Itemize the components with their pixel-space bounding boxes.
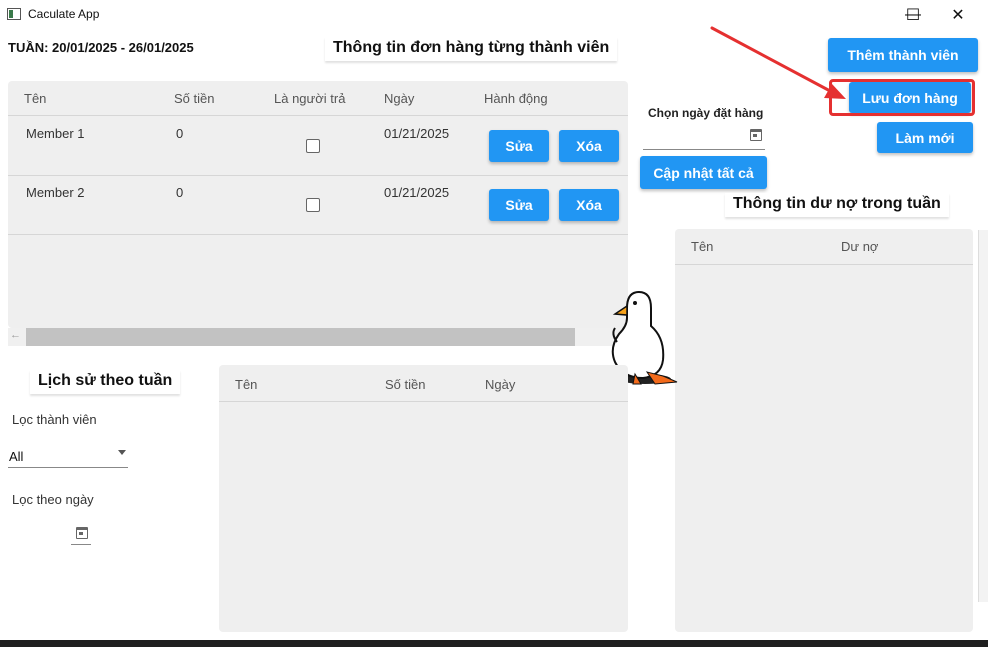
- row2-name: Member 2: [26, 185, 85, 200]
- col-header-actions: Hành động: [484, 91, 548, 106]
- header-divider: [8, 115, 628, 116]
- close-button[interactable]: ✕: [935, 0, 981, 30]
- history-col-name: Tên: [235, 377, 258, 392]
- history-col-date: Ngày: [485, 377, 516, 392]
- scrollbar-thumb[interactable]: [26, 328, 575, 346]
- app-icon: [7, 8, 21, 20]
- row1-payer-checkbox[interactable]: [306, 139, 320, 153]
- orders-title: Thông tin đơn hàng từng thành viên: [325, 37, 618, 61]
- row2-amount: 0: [176, 185, 184, 200]
- row2-payer-checkbox[interactable]: [306, 198, 320, 212]
- maximize-button[interactable]: ☐: [890, 0, 936, 30]
- col-header-amount: Số tiền: [174, 91, 215, 106]
- calendar-icon[interactable]: [76, 527, 88, 539]
- col-header-date: Ngày: [384, 91, 415, 106]
- debt-col-name: Tên: [691, 239, 714, 254]
- col-header-payer: Là người trả: [274, 91, 346, 106]
- calendar-icon[interactable]: [750, 129, 762, 141]
- order-date-input[interactable]: [643, 122, 765, 150]
- debt-header-divider: [675, 264, 973, 265]
- row1-edit-button[interactable]: Sửa: [489, 130, 549, 162]
- refresh-button[interactable]: Làm mới: [877, 122, 973, 153]
- row2-edit-button[interactable]: Sửa: [489, 189, 549, 221]
- history-title: Lịch sử theo tuần: [30, 370, 181, 394]
- filter-member-select[interactable]: All: [8, 446, 128, 468]
- row1-date: 01/21/2025: [384, 126, 450, 141]
- filter-date-input[interactable]: [71, 522, 91, 545]
- row2-delete-button[interactable]: Xóa: [559, 189, 619, 221]
- chevron-down-icon[interactable]: [118, 450, 126, 455]
- debt-title: Thông tin dư nợ trong tuần: [725, 193, 949, 217]
- filter-member-label: Lọc thành viên: [12, 412, 97, 427]
- debt-col-amount: Dư nợ: [841, 239, 879, 254]
- row2-date: 01/21/2025: [384, 185, 450, 200]
- col-header-name: Tên: [24, 91, 47, 106]
- filter-member-value: All: [9, 449, 24, 464]
- row1-delete-button[interactable]: Xóa: [559, 130, 619, 162]
- background-window-edge: [978, 230, 988, 602]
- debt-table: [675, 229, 973, 632]
- row-divider: [8, 175, 628, 176]
- red-arrow-annotation: [710, 26, 846, 99]
- filter-date-label: Lọc theo ngày: [12, 492, 94, 507]
- bottom-border: [0, 640, 988, 647]
- scroll-left-icon[interactable]: ←: [10, 329, 21, 341]
- history-col-amount: Số tiền: [385, 377, 426, 392]
- row1-name: Member 1: [26, 126, 85, 141]
- week-label: TUẦN: 20/01/2025 - 26/01/2025: [8, 40, 194, 55]
- update-all-button[interactable]: Cập nhật tất cả: [640, 156, 767, 189]
- history-table: [219, 365, 628, 632]
- history-header-divider: [219, 401, 628, 402]
- window-title: Caculate App: [28, 7, 100, 21]
- row-divider: [8, 234, 628, 235]
- row1-amount: 0: [176, 126, 184, 141]
